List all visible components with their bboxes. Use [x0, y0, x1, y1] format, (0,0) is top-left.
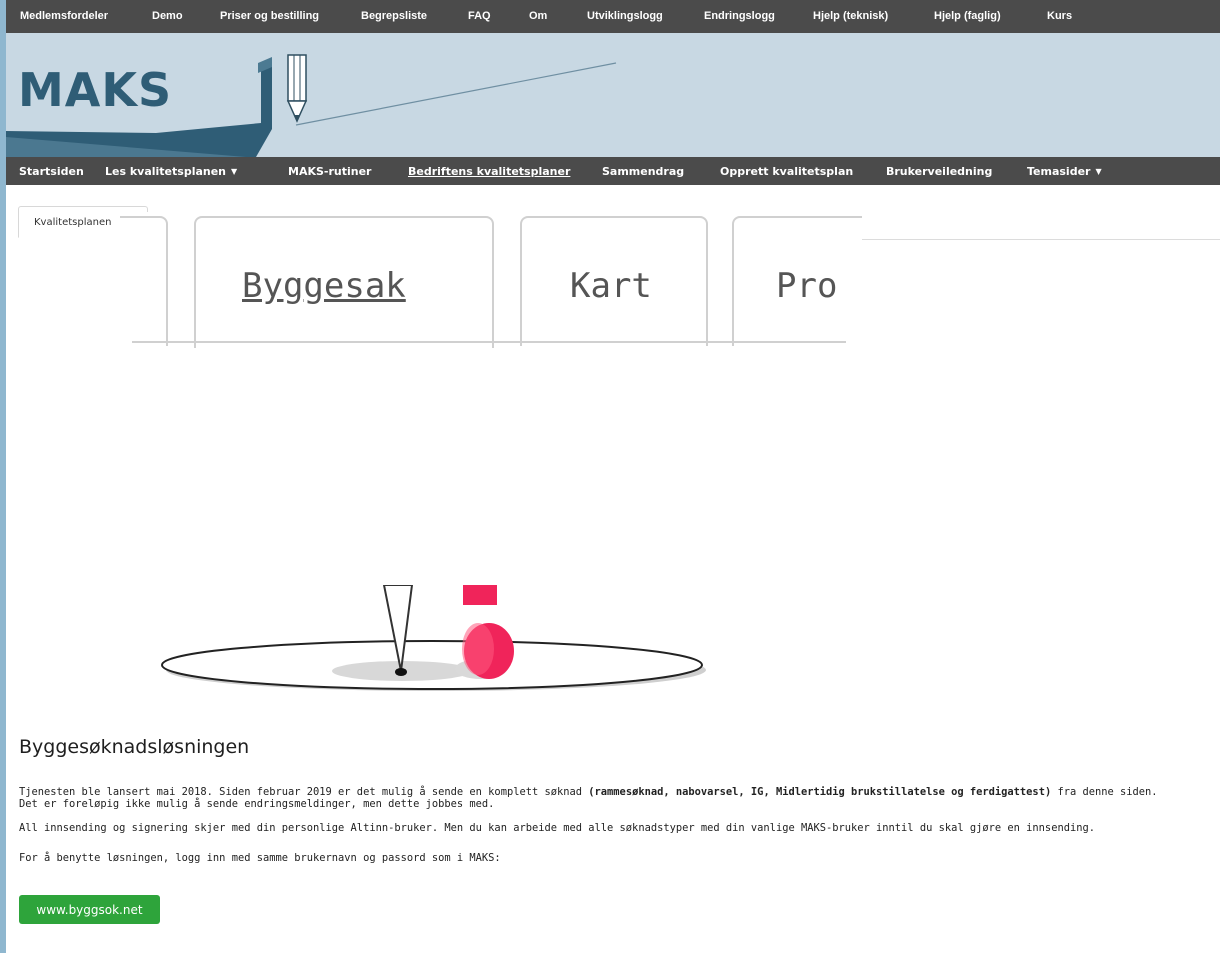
- top-nav-medlemsfordeler[interactable]: Medlemsfordeler: [20, 10, 108, 22]
- hero-tab-byggesak: Byggesak: [194, 216, 494, 348]
- nav-startsiden[interactable]: Startsiden: [19, 165, 84, 178]
- login-paragraph: For å benytte løsningen, logg inn med sa…: [19, 852, 501, 864]
- hero-tab-byggesak-label: Byggesak: [242, 266, 406, 306]
- nav-les-kvalitetsplanen[interactable]: Les kvalitetsplanen ▼: [105, 165, 237, 178]
- top-nav-kurs[interactable]: Kurs: [1047, 10, 1072, 22]
- caret-down-icon: ▼: [1095, 167, 1102, 176]
- nav-maks-rutiner[interactable]: MAKS-rutiner: [288, 165, 371, 178]
- intro-text-a: Tjenesten ble lansert mai 2018. Siden fe…: [19, 786, 589, 798]
- top-nav-demo[interactable]: Demo: [152, 10, 183, 22]
- intro-text-line2: Det er foreløpig ikke mulig å sende endr…: [19, 798, 495, 810]
- altinn-paragraph: All innsending og signering skjer med di…: [19, 822, 1095, 834]
- intro-text-b: fra denne siden.: [1051, 786, 1158, 798]
- page-title: Byggesøknadsløsningen: [19, 736, 250, 758]
- hero-tab-kart-label: Kart: [570, 266, 652, 306]
- nav-opprett-kvalitetsplan[interactable]: Opprett kvalitetsplan: [720, 165, 853, 178]
- top-nav-utviklingslogg[interactable]: Utviklingslogg: [587, 10, 663, 22]
- hero-tabs-graphic: Byggesak Kart Pro: [120, 212, 862, 348]
- pencil-icon: [286, 54, 308, 123]
- top-nav-hjelp-teknisk[interactable]: Hjelp (teknisk): [813, 10, 888, 22]
- hero-tab-kart: Kart: [520, 216, 708, 346]
- hero-tab-pro-label: Pro: [776, 266, 838, 306]
- nav-temasider[interactable]: Temasider ▼: [1027, 165, 1102, 178]
- hero-tab-pro: Pro: [732, 216, 862, 346]
- tab-kvalitetsplanen-label: Kvalitetsplanen: [34, 217, 112, 228]
- header-banner: MAKS: [6, 33, 1220, 157]
- map-pin-illustration: [161, 585, 706, 691]
- caret-down-icon: ▼: [231, 167, 238, 176]
- hero-tab-left-edge: [120, 216, 168, 346]
- nav-brukerveiledning[interactable]: Brukerveiledning: [886, 165, 992, 178]
- main-nav: Startsiden Les kvalitetsplanen ▼ MAKS-rut…: [6, 157, 1220, 185]
- top-nav-om[interactable]: Om: [529, 10, 547, 22]
- nav-bedriftens-kvalitetsplaner[interactable]: Bedriftens kvalitetsplaner: [408, 165, 570, 178]
- top-nav-faq[interactable]: FAQ: [468, 10, 491, 22]
- maks-logo[interactable]: MAKS: [18, 63, 172, 117]
- intro-paragraph: Tjenesten ble lansert mai 2018. Siden fe…: [19, 786, 1158, 810]
- nav-les-kvalitetsplanen-label: Les kvalitetsplanen: [105, 165, 227, 178]
- top-nav-begrepsliste[interactable]: Begrepsliste: [361, 10, 427, 22]
- intro-text-bold: (rammesøknad, nabovarsel, IG, Midlertidi…: [588, 786, 1052, 798]
- top-nav-priser[interactable]: Priser og bestilling: [220, 10, 319, 22]
- hero-tab-baseline: [132, 341, 846, 343]
- top-nav-endringslogg[interactable]: Endringslogg: [704, 10, 775, 22]
- nav-sammendrag[interactable]: Sammendrag: [602, 165, 684, 178]
- top-nav-hjelp-faglig[interactable]: Hjelp (faglig): [934, 10, 1001, 22]
- top-nav: Medlemsfordeler Demo Priser og bestillin…: [6, 0, 1220, 33]
- nav-temasider-label: Temasider: [1027, 165, 1091, 178]
- banner-graphic: [6, 57, 617, 157]
- byggsok-link-button[interactable]: www.byggsok.net: [19, 895, 160, 924]
